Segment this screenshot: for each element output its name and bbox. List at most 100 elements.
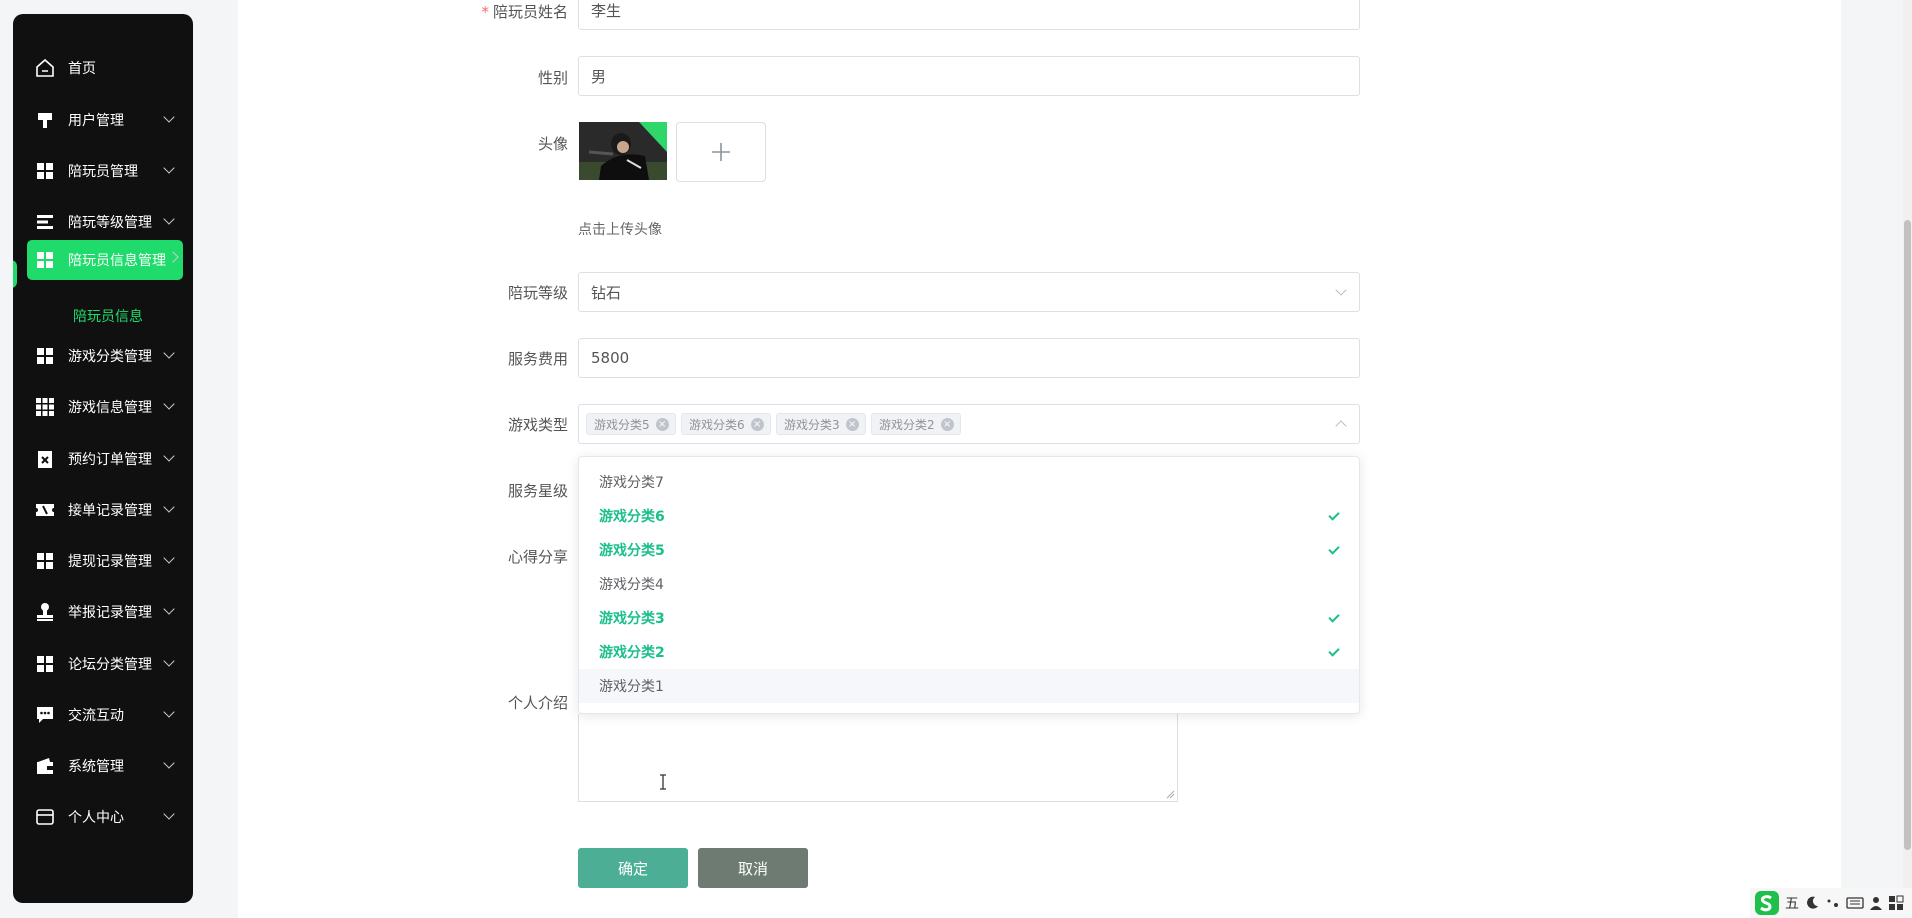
dots-grid-icon	[34, 396, 56, 418]
sidebar-item-game-info-management[interactable]: 游戏信息管理	[13, 387, 193, 427]
chevron-up-icon	[1335, 420, 1347, 432]
chevron-down-icon	[163, 603, 175, 615]
game-type-dropdown: 游戏分类7 游戏分类6 游戏分类5 游戏分类4 游戏分类3 游戏分类2 游戏分类…	[578, 456, 1360, 714]
card-icon	[34, 806, 56, 828]
sidebar-item-label: 举报记录管理	[68, 605, 152, 621]
keyboard-icon[interactable]	[1846, 895, 1864, 911]
dropdown-option[interactable]: 游戏分类7	[579, 465, 1359, 499]
stamp-icon	[34, 601, 56, 623]
option-label: 游戏分类6	[599, 509, 665, 525]
star-label: 服务星级	[507, 482, 568, 500]
avatar-image[interactable]	[579, 122, 667, 180]
tag-label: 游戏分类6	[689, 417, 745, 432]
sidebar-item-accept-record-management[interactable]: 接单记录管理	[13, 490, 193, 530]
chevron-down-icon	[163, 398, 175, 410]
close-icon[interactable]: ×	[750, 417, 764, 431]
ticket-icon	[34, 499, 56, 521]
list-icon	[34, 211, 56, 233]
grid-icon	[34, 550, 56, 572]
level-select[interactable]: 钻石	[578, 272, 1360, 312]
upload-hint: 点击上传头像	[578, 222, 662, 238]
sidebar-item-system-management[interactable]: 系统管理	[13, 746, 193, 786]
sidebar-item-label: 首页	[68, 61, 96, 77]
sidebar-item-interaction[interactable]: 交流互动	[13, 695, 193, 735]
sidebar-item-label: 交流互动	[68, 708, 124, 724]
check-icon	[1328, 509, 1340, 521]
ime-logo-icon[interactable]	[1754, 890, 1780, 916]
name-label: * 陪玩员姓名	[458, 1, 568, 22]
ime-mode-label[interactable]: 五	[1785, 893, 1799, 913]
share-label: 心得分享	[507, 548, 568, 566]
tag-label: 游戏分类3	[784, 417, 840, 432]
apps-icon[interactable]	[1888, 895, 1904, 911]
chevron-down-icon	[163, 111, 175, 123]
dropdown-option[interactable]: 游戏分类6	[579, 499, 1359, 533]
name-value: 李生	[591, 1, 622, 20]
chevron-down-icon	[163, 501, 175, 513]
gender-input[interactable]: 男	[578, 56, 1360, 96]
cancel-button[interactable]: 取消	[698, 848, 808, 888]
game-type-label: 游戏类型	[507, 416, 568, 434]
game-type-tag[interactable]: 游戏分类2 ×	[871, 413, 961, 435]
dropdown-option[interactable]: 游戏分类1	[579, 669, 1359, 703]
scrollbar-thumb[interactable]	[1904, 220, 1911, 850]
dropdown-option[interactable]: 游戏分类2	[579, 635, 1359, 669]
confirm-button[interactable]: 确定	[578, 848, 688, 888]
user-icon[interactable]	[1869, 895, 1883, 911]
sidebar-item-label: 游戏信息管理	[68, 400, 152, 416]
option-label: 游戏分类3	[599, 611, 665, 627]
name-input[interactable]: 李生	[578, 0, 1360, 30]
sidebar-item-label: 个人中心	[68, 810, 124, 826]
game-type-tag[interactable]: 游戏分类3 ×	[776, 413, 866, 435]
resize-handle-icon[interactable]	[1165, 789, 1175, 799]
avatar-upload-button[interactable]	[676, 122, 766, 182]
close-icon[interactable]: ×	[940, 417, 954, 431]
game-type-tag[interactable]: 游戏分类5 ×	[586, 413, 676, 435]
sidebar-item-label: 陪玩员信息管理	[68, 253, 166, 269]
intro-label: 个人介绍	[507, 694, 568, 712]
fee-label: 服务费用	[507, 350, 568, 368]
tag-label: 游戏分类5	[594, 417, 650, 432]
chat-icon	[34, 704, 56, 726]
moon-icon[interactable]	[1804, 895, 1820, 911]
sidebar-item-label: 论坛分类管理	[68, 657, 152, 673]
sidebar-item-withdraw-record-management[interactable]: 提现记录管理	[13, 541, 193, 581]
sidebar-item-label: 游戏分类管理	[68, 349, 152, 365]
clipboard-icon	[34, 448, 56, 470]
punctuation-icon[interactable]	[1825, 895, 1841, 911]
sidebar-item-label: 系统管理	[68, 759, 124, 775]
sidebar-item-user-management[interactable]: 用户管理	[13, 100, 193, 140]
sidebar-item-forum-category-management[interactable]: 论坛分类管理	[13, 644, 193, 684]
sidebar-item-label: 接单记录管理	[68, 503, 152, 519]
required-marker: *	[481, 3, 489, 21]
sidebar-item-level-management[interactable]: 陪玩等级管理	[13, 202, 193, 242]
grid-icon	[34, 249, 56, 271]
grid-icon	[34, 160, 56, 182]
game-type-tag[interactable]: 游戏分类6 ×	[681, 413, 771, 435]
intro-textarea[interactable]	[578, 714, 1178, 802]
sidebar-subitem-companion-info[interactable]: 陪玩员信息	[73, 306, 143, 326]
sidebar-item-home[interactable]: 首页	[13, 48, 193, 88]
text-cursor-icon	[660, 774, 666, 790]
dropdown-option[interactable]: 游戏分类4	[579, 567, 1359, 601]
system-tray: 五	[1750, 888, 1912, 918]
close-icon[interactable]: ×	[655, 417, 669, 431]
chevron-down-icon	[163, 213, 175, 225]
chevron-down-icon	[163, 552, 175, 564]
sidebar-item-label: 陪玩等级管理	[68, 215, 152, 231]
sidebar-item-report-record-management[interactable]: 举报记录管理	[13, 592, 193, 632]
close-icon[interactable]: ×	[845, 417, 859, 431]
chevron-down-icon	[163, 808, 175, 820]
sidebar-item-personal-center[interactable]: 个人中心	[13, 797, 193, 837]
dropdown-option[interactable]: 游戏分类3	[579, 601, 1359, 635]
chevron-down-icon	[163, 706, 175, 718]
level-value: 钻石	[591, 283, 622, 302]
sidebar-item-order-management[interactable]: 预约订单管理	[13, 439, 193, 479]
sidebar-item-game-category-management[interactable]: 游戏分类管理	[13, 336, 193, 376]
sidebar-item-companion-info-management[interactable]: 陪玩员信息管理	[27, 240, 183, 280]
sidebar-item-companion-management[interactable]: 陪玩员管理	[13, 151, 193, 191]
game-type-select[interactable]: 游戏分类5 × 游戏分类6 × 游戏分类3 × 游戏分类2 ×	[578, 404, 1360, 444]
tag-label: 游戏分类2	[879, 417, 935, 432]
dropdown-option[interactable]: 游戏分类5	[579, 533, 1359, 567]
fee-input[interactable]: 5800	[578, 338, 1360, 378]
